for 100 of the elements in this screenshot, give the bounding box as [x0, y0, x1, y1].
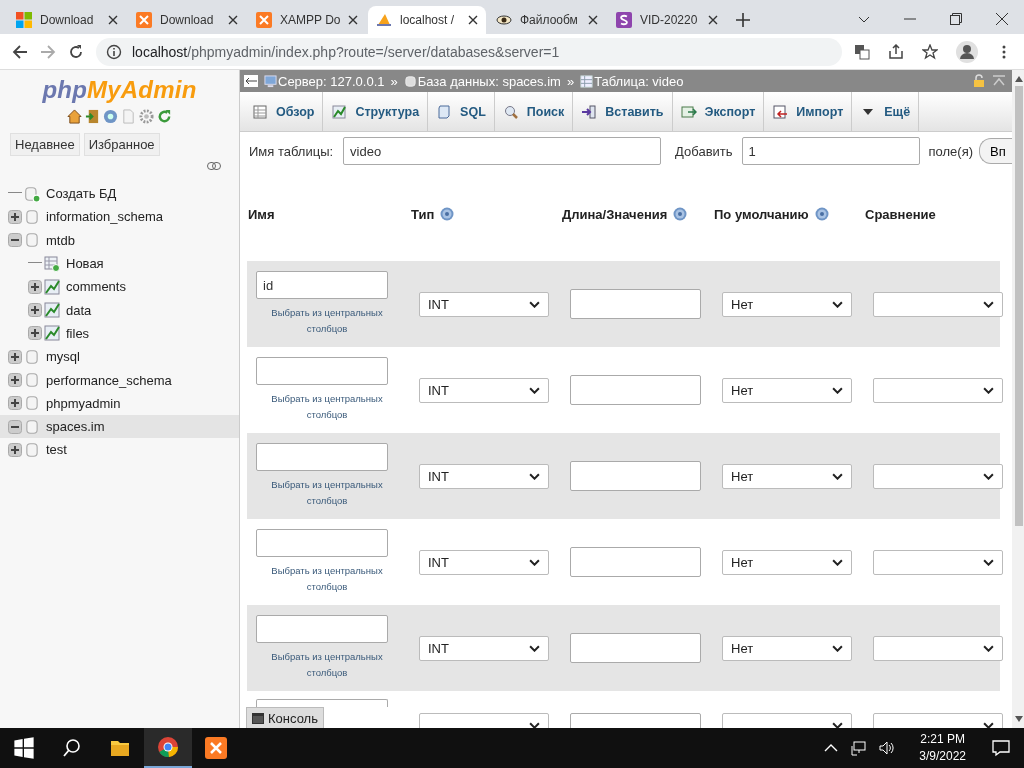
- help-icon[interactable]: [103, 109, 118, 124]
- scroll-down-icon[interactable]: [1014, 716, 1023, 722]
- tree-item[interactable]: data: [20, 298, 239, 322]
- scroll-up-icon[interactable]: [1014, 76, 1023, 82]
- close-icon[interactable]: [588, 15, 598, 25]
- expand-icon[interactable]: [8, 442, 22, 457]
- central-columns-link[interactable]: Выбрать из центральных столбцов: [258, 649, 396, 681]
- column-name-field[interactable]: [256, 699, 388, 707]
- type-select[interactable]: INT: [419, 549, 549, 575]
- browser-tab[interactable]: VID-20220: [608, 6, 726, 34]
- profile-avatar-icon[interactable]: [956, 40, 978, 63]
- home-icon[interactable]: [67, 109, 82, 124]
- close-icon[interactable]: [228, 15, 238, 25]
- tree-item[interactable]: information_schema: [0, 205, 239, 229]
- browser-tab[interactable]: Download: [128, 6, 246, 34]
- expand-icon[interactable]: [8, 373, 22, 387]
- expand-icon[interactable]: [28, 279, 42, 294]
- browser-tab[interactable]: localhost /: [368, 6, 486, 34]
- default-select[interactable]: Нет: [722, 377, 852, 403]
- collapse-icon[interactable]: [8, 233, 22, 248]
- back-arrow-icon[interactable]: [12, 43, 28, 60]
- phpmyadmin-logo[interactable]: phpMyAdmin: [0, 70, 239, 104]
- close-icon[interactable]: [468, 15, 478, 25]
- central-columns-link[interactable]: Выбрать из центральных столбцов: [258, 477, 396, 509]
- column-count-field[interactable]: 1: [741, 137, 920, 165]
- length-field[interactable]: [570, 547, 701, 577]
- help-icon[interactable]: [440, 207, 455, 221]
- menu-tab[interactable]: Структура: [323, 92, 429, 131]
- tree-item[interactable]: Создать БД: [0, 182, 239, 206]
- browser-tab[interactable]: XAMPP Do: [248, 6, 366, 34]
- tree-item[interactable]: phpmyadmin: [0, 391, 239, 415]
- help-icon[interactable]: [673, 207, 688, 221]
- column-name-field[interactable]: id: [256, 271, 388, 299]
- column-name-field[interactable]: [256, 357, 388, 385]
- chain-link-icon[interactable]: [207, 162, 221, 170]
- console-tab[interactable]: Консоль: [246, 707, 324, 728]
- tree-item[interactable]: spaces.im: [0, 414, 239, 439]
- tree-item[interactable]: mtdb: [0, 228, 239, 252]
- central-columns-link[interactable]: Выбрать из центральных столбцов: [258, 563, 396, 595]
- restore-icon[interactable]: [950, 13, 962, 25]
- expand-icon[interactable]: [8, 209, 22, 224]
- expand-icon[interactable]: [28, 326, 42, 341]
- network-icon[interactable]: [851, 740, 868, 756]
- tree-item[interactable]: performance_schema: [0, 368, 239, 392]
- clock[interactable]: 2:21 PM 3/9/2022: [907, 731, 978, 765]
- menu-tab[interactable]: Вставить: [573, 92, 673, 131]
- type-select[interactable]: INT: [419, 463, 549, 489]
- tree-item[interactable]: test: [0, 438, 239, 462]
- length-field[interactable]: [570, 633, 701, 663]
- tree-item[interactable]: comments: [20, 275, 239, 299]
- column-name-field[interactable]: [256, 529, 388, 557]
- breadcrumb-link[interactable]: Сервер: 127.0.0.1: [278, 73, 385, 89]
- tree-item[interactable]: files: [20, 321, 239, 346]
- translate-icon[interactable]: [854, 43, 870, 60]
- expand-icon[interactable]: [8, 396, 22, 411]
- menu-tab[interactable]: Ещё: [852, 92, 920, 131]
- type-select[interactable]: INT: [419, 635, 549, 661]
- back-arrow-icon[interactable]: [244, 75, 258, 87]
- central-columns-link[interactable]: Выбрать из центральных столбцов: [258, 391, 396, 423]
- menu-tab[interactable]: SQL: [428, 92, 495, 131]
- speaker-icon[interactable]: [879, 740, 896, 756]
- browser-tab[interactable]: Download: [8, 6, 126, 34]
- central-columns-link[interactable]: Выбрать из центральных столбцов: [258, 305, 396, 337]
- expand-icon[interactable]: [8, 349, 22, 364]
- close-icon[interactable]: [348, 15, 358, 25]
- chrome-logo-icon[interactable]: [144, 728, 192, 768]
- collapse-icon[interactable]: [8, 419, 22, 434]
- breadcrumb-link[interactable]: База данных: spaces.im: [417, 73, 561, 89]
- table-name-field[interactable]: video: [343, 137, 662, 165]
- column-name-field[interactable]: [256, 443, 388, 471]
- default-select[interactable]: Нет: [722, 549, 852, 575]
- close-icon[interactable]: [996, 13, 1008, 25]
- type-select[interactable]: INT: [419, 291, 549, 317]
- sidebar-tab[interactable]: Избранное: [83, 133, 160, 156]
- go-button[interactable]: Вп: [979, 138, 1012, 164]
- gear-icon[interactable]: [139, 109, 154, 124]
- tree-item[interactable]: mysql: [0, 345, 239, 369]
- breadcrumb-link[interactable]: Таблица: video: [594, 73, 684, 89]
- sidebar-tab[interactable]: Недавнее: [10, 133, 80, 156]
- address-bar[interactable]: localhost/phpmyadmin/index.php?route=/server/databases&server=1: [96, 37, 842, 66]
- menu-tab[interactable]: Импорт: [764, 92, 853, 131]
- length-field[interactable]: [570, 461, 701, 491]
- menu-tab[interactable]: Обзор: [244, 92, 324, 131]
- reload-icon[interactable]: [68, 43, 84, 60]
- length-field[interactable]: [570, 289, 701, 319]
- close-icon[interactable]: [108, 15, 118, 25]
- length-field[interactable]: [570, 375, 701, 405]
- expand-icon[interactable]: [28, 303, 42, 318]
- star-icon[interactable]: [922, 43, 938, 60]
- info-icon[interactable]: [106, 43, 122, 60]
- menu-tab[interactable]: Экспорт: [672, 92, 765, 131]
- notification-icon[interactable]: [992, 739, 1010, 757]
- share-icon[interactable]: [888, 43, 904, 60]
- exit-door-icon[interactable]: [85, 109, 100, 124]
- type-select[interactable]: INT: [419, 377, 549, 403]
- default-select[interactable]: Нет: [722, 463, 852, 489]
- default-select[interactable]: Нет: [722, 635, 852, 661]
- column-name-field[interactable]: [256, 615, 388, 643]
- tree-item[interactable]: Новая: [20, 251, 239, 276]
- plus-icon[interactable]: [736, 13, 750, 27]
